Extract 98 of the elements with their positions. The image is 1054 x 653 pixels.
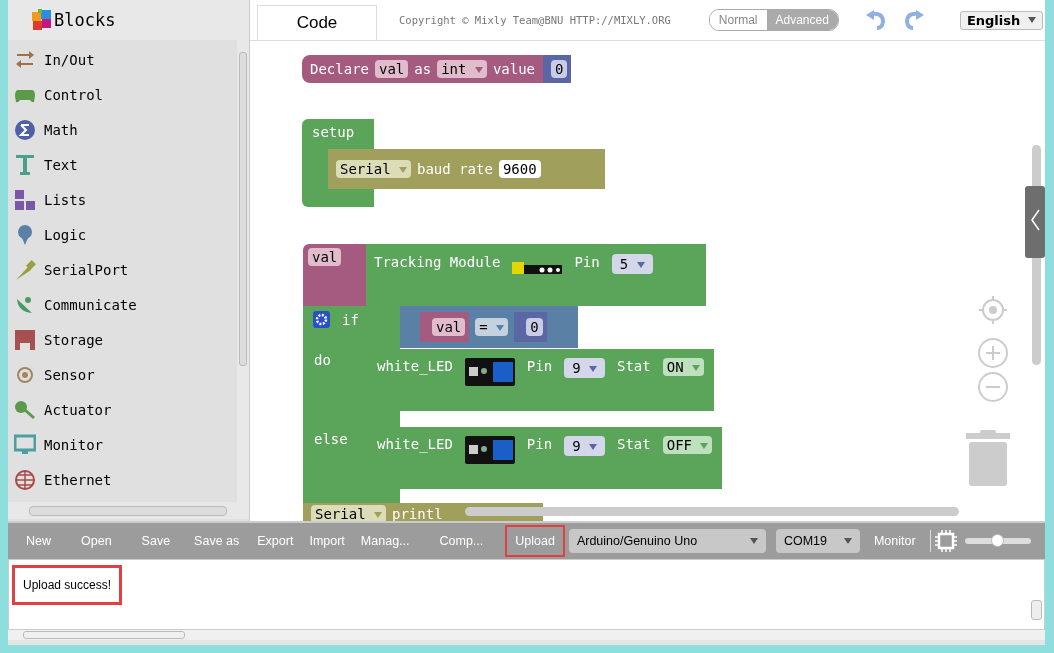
number-block[interactable]: 0 (514, 312, 547, 342)
chip-icon[interactable] (929, 530, 957, 552)
monitor-icon (14, 433, 36, 456)
language-select[interactable]: English (959, 10, 1044, 30)
scrollbar[interactable] (1031, 600, 1042, 620)
port-select[interactable]: COM19 (775, 529, 860, 553)
state-dropdown[interactable]: ON (662, 358, 705, 376)
variable-field[interactable]: val (375, 60, 409, 78)
category-item[interactable]: Control (8, 77, 237, 112)
led-module-icon (464, 358, 515, 386)
sidebar-title: Blocks (54, 10, 116, 30)
undo-icon[interactable] (864, 10, 887, 30)
operator-dropdown[interactable]: = (475, 318, 509, 336)
category-item[interactable]: Lists (8, 182, 237, 217)
block-label: if (342, 311, 359, 328)
category-item[interactable]: Math (8, 112, 237, 147)
compare-block[interactable]: val = 0 (400, 306, 578, 348)
recenter-icon[interactable] (977, 294, 1009, 326)
code-tab[interactable]: Code (257, 5, 377, 40)
zoom-out-icon[interactable] (977, 371, 1009, 403)
globe-icon (14, 468, 36, 491)
gear-icon[interactable] (313, 311, 330, 328)
actuator-icon (14, 398, 36, 421)
caret-icon (474, 67, 483, 73)
chevron-left-icon[interactable] (1025, 186, 1045, 258)
block-label: printl (392, 506, 443, 521)
zoom-in-icon[interactable] (977, 337, 1009, 369)
caret-icon (399, 167, 407, 173)
block-label: setup (312, 124, 355, 140)
caret-icon (843, 538, 852, 544)
block-label: Declare (310, 61, 369, 77)
copyright-text: Copyright © Mixly Team@BNU HTTP://MIXLY.ORG (399, 14, 671, 26)
scrollbar[interactable] (465, 507, 959, 516)
setup-block[interactable]: setup Serial baud rate 9600 (302, 119, 607, 207)
variable-field[interactable]: val (308, 248, 342, 266)
number-field[interactable]: 9600 (498, 160, 541, 178)
letter-t-icon (14, 153, 36, 176)
block-label: Stat (617, 436, 651, 452)
block-label: white_LED (377, 358, 453, 374)
block-label: Stat (617, 358, 651, 374)
caret-icon (749, 538, 758, 544)
pin-dropdown[interactable]: 5 (611, 254, 653, 274)
caret-icon (374, 512, 382, 518)
category-item[interactable]: Sensor (8, 357, 237, 392)
puzzle-icon (30, 8, 54, 32)
caret-icon (589, 444, 597, 450)
declare-block[interactable]: Declare val as int value (302, 55, 544, 83)
caret-icon (496, 325, 505, 331)
trash-icon[interactable] (966, 430, 1010, 486)
output-message: Upload success! (12, 565, 123, 605)
scrollbar[interactable] (8, 502, 249, 519)
block-label: do (314, 352, 331, 368)
sensor-module-icon (512, 262, 563, 274)
variable-field[interactable]: val (432, 318, 466, 336)
sigma-icon (14, 118, 36, 141)
serial-baud-block[interactable]: Serial baud rate 9600 (328, 149, 605, 189)
variable-block[interactable]: val (303, 244, 366, 306)
block-label: Pin (526, 436, 553, 452)
block-label: white_LED (377, 436, 453, 452)
caret-icon (692, 365, 701, 371)
block-label: Tracking Module (374, 254, 501, 270)
serial-dropdown[interactable]: Serial (336, 160, 411, 178)
category-item[interactable]: Monitor (8, 427, 237, 462)
category-item[interactable]: Text (8, 147, 237, 182)
block-label: baud rate (417, 161, 493, 177)
category-item[interactable]: In/Out (8, 42, 237, 77)
board-select[interactable]: Arduino/Genuino Uno (568, 529, 766, 553)
caret-icon (636, 262, 645, 268)
variable-block[interactable]: val (420, 312, 470, 342)
caret-icon (700, 443, 709, 449)
category-item[interactable]: Communicate (8, 287, 237, 322)
block-label: Pin (574, 254, 600, 270)
slider-thumb[interactable] (990, 534, 1004, 547)
block-label: else (314, 431, 348, 447)
category-item[interactable]: Logic (8, 217, 237, 252)
number-field[interactable]: 0 (526, 318, 543, 336)
category-item[interactable]: Actuator (8, 392, 237, 427)
category-item[interactable]: Storage (8, 322, 237, 357)
redo-icon[interactable] (902, 10, 925, 30)
led-module-icon (464, 436, 515, 464)
number-field[interactable]: 0 (551, 60, 568, 78)
arrows-icon (14, 48, 36, 71)
caret-icon (589, 366, 597, 372)
block-label: as (414, 61, 432, 77)
block-label: value (492, 61, 536, 77)
pin-dropdown[interactable]: 9 (564, 436, 605, 456)
number-block[interactable]: 0 (543, 55, 572, 83)
serial-dropdown[interactable]: Serial (311, 505, 386, 521)
block-label: Pin (526, 358, 553, 374)
scrollbar[interactable] (8, 630, 1045, 640)
caret-icon (1028, 17, 1037, 23)
category-item[interactable]: Ethernet (8, 462, 237, 497)
squares-icon (14, 188, 36, 211)
pin-dropdown[interactable]: 9 (564, 358, 605, 378)
category-item[interactable]: SerialPort (8, 252, 237, 287)
state-dropdown[interactable]: OFF (662, 436, 713, 454)
tracking-module-block[interactable]: Tracking Module Pin 5 (366, 244, 706, 306)
type-dropdown[interactable]: int (437, 60, 487, 78)
